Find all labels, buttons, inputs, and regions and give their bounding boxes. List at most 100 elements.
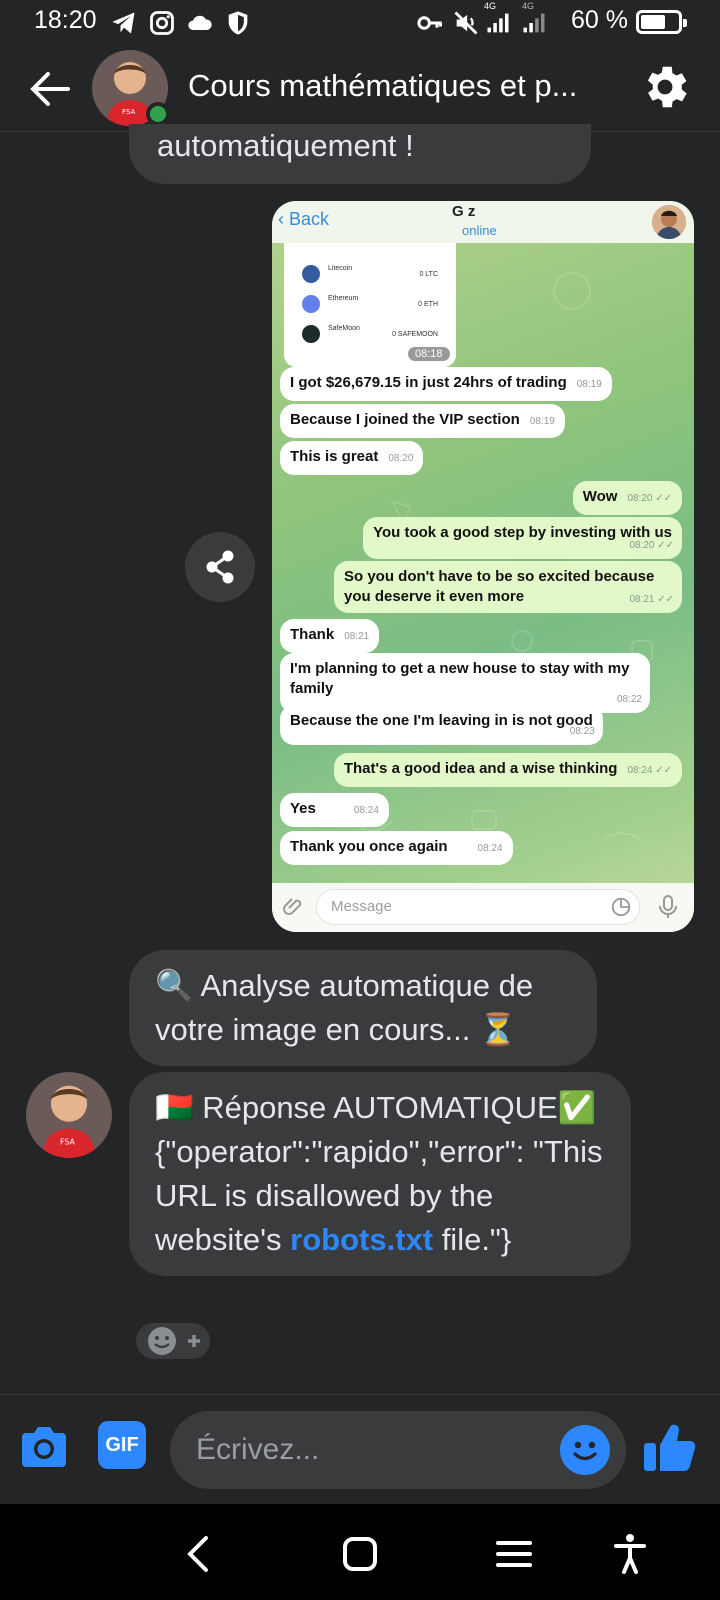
telegram-message: Thank 08:21 — [280, 619, 380, 653]
telegram-message: So you don't have to be so excited becau… — [334, 561, 682, 613]
telegram-message: Yes 08:24 — [280, 793, 389, 827]
signal-icon — [487, 13, 509, 33]
telegram-back-link: ‹ Back — [278, 209, 330, 229]
battery-icon — [636, 10, 687, 34]
telegram-message-text: So you don't have to be so excited becau… — [344, 568, 655, 605]
smiley-plus-icon — [148, 1327, 200, 1355]
wallet-row: Ethereum 0 ETH — [302, 291, 452, 319]
online-status-dot — [146, 102, 170, 126]
system-navigation-bar — [0, 1504, 720, 1600]
telegram-message: Because I joined the VIP section 08:19 — [280, 404, 565, 438]
telegram-contact-status: online — [462, 223, 497, 238]
telegram-input-bar: Message — [272, 883, 694, 932]
telegram-message: I'm planning to get a new house to stay … — [280, 653, 650, 713]
wallet-time: 08:18 — [408, 347, 450, 361]
telegram-message-time: 08:21 ✓✓ — [629, 594, 674, 605]
add-reaction-button[interactable] — [133, 1320, 213, 1362]
telegram-message-time: 08:20 ✓✓ — [627, 493, 672, 504]
gif-button[interactable]: GIF — [98, 1421, 146, 1469]
telegram-message-time: 08:23 — [569, 726, 595, 737]
telegram-message: Thank you once again 08:24 — [280, 831, 513, 865]
telegram-message-time: 08:24 ✓✓ — [627, 765, 672, 776]
message-text: file."} — [433, 1222, 512, 1257]
wallet-row: SafeMoon 0 SAFEMOON — [302, 321, 452, 349]
chat-title[interactable]: Cours mathématiques et p... — [188, 68, 616, 104]
telegram-message: Wow 08:20 ✓✓ — [572, 481, 682, 515]
telegram-message-time: 08:20 — [388, 453, 414, 464]
telegram-message-time: 08:22 — [616, 694, 642, 705]
wallet-coin-name: Litecoin — [328, 265, 353, 272]
wallet-coin-amount: 0 LTC — [419, 271, 438, 278]
telegram-message-time: 08:20 ✓✓ — [629, 540, 674, 551]
message-bubble[interactable]: automatiquement ! — [129, 124, 591, 184]
telegram-header: ‹ Back G z online — [272, 201, 694, 243]
ethereum-icon — [302, 295, 320, 313]
composer-bar: GIF — [0, 1394, 720, 1504]
battery-percent: 60 % — [571, 6, 628, 34]
shield-icon — [228, 11, 248, 35]
home-nav-icon[interactable] — [338, 1532, 382, 1576]
message-input[interactable] — [170, 1411, 626, 1489]
telegram-message: That's a good idea and a wise thinking 08… — [333, 753, 682, 787]
telegram-contact-avatar — [652, 205, 686, 239]
key-icon — [417, 16, 443, 30]
telegram-message-field: Message — [316, 889, 640, 925]
accessibility-icon[interactable] — [608, 1532, 652, 1576]
emoji-button[interactable] — [560, 1425, 610, 1475]
mute-icon — [454, 11, 478, 35]
telegram-message: Because the one I'm leaving in is not go… — [280, 705, 603, 745]
telegram-message-text: Because I joined the VIP section — [290, 411, 520, 428]
shared-screenshot-image[interactable]: ‹ Back G z online Litecoin 0 LTC Ethereu… — [272, 201, 694, 932]
camera-icon[interactable] — [18, 1423, 70, 1471]
svg-text:FSA: FSA — [122, 108, 135, 116]
telegram-message: You took a good step by investing with u… — [363, 517, 682, 559]
message-bubble[interactable]: 🇲🇬 Réponse AUTOMATIQUE✅ {"operator":"rap… — [129, 1072, 631, 1276]
status-time: 18:20 — [34, 6, 97, 34]
telegram-message-text: Thank you once again — [290, 838, 448, 855]
share-button[interactable] — [185, 532, 255, 602]
smiley-icon — [573, 1441, 597, 1461]
svg-text:FSA: FSA — [60, 1137, 76, 1146]
telegram-message-text: I'm planning to get a new house to stay … — [290, 660, 630, 697]
sticker-icon — [611, 897, 631, 917]
paperclip-icon — [283, 898, 302, 915]
safemoon-icon — [302, 325, 320, 343]
wallet-row: Litecoin 0 LTC — [302, 261, 452, 289]
wallet-coin-name: Ethereum — [328, 295, 359, 302]
telegram-message-text: Because the one I'm leaving in is not go… — [290, 712, 593, 729]
message-text: automatiquement ! — [157, 128, 414, 163]
wallet-coin-name: SafeMoon — [328, 325, 360, 332]
share-icon — [206, 550, 234, 584]
telegram-message-text: Wow — [582, 488, 618, 505]
wallet-coin-amount: 0 SAFEMOON — [392, 331, 438, 338]
telegram-message-time: 08:24 — [477, 843, 503, 854]
telegram-message-text: Thank — [290, 626, 335, 643]
robots-txt-link[interactable]: robots.txt — [290, 1222, 433, 1257]
thumbs-up-icon[interactable] — [640, 1417, 700, 1477]
instagram-icon — [150, 11, 174, 35]
telegram-message-text: You took a good step by investing with u… — [373, 524, 672, 541]
telegram-message-text: Yes — [290, 800, 316, 817]
telegram-message: This is great 08:20 — [280, 441, 424, 475]
gear-icon[interactable] — [638, 60, 692, 114]
signal-icon — [523, 13, 545, 33]
telegram-message-text: I got $26,679.15 in just 24hrs of tradin… — [290, 374, 567, 391]
telegram-message-time: 08:19 — [529, 416, 555, 427]
telegram-message-time: 08:19 — [576, 379, 602, 390]
telegram-message-time: 08:24 — [353, 805, 379, 816]
telegram-message: I got $26,679.15 in just 24hrs of tradin… — [280, 367, 612, 401]
back-button[interactable] — [24, 64, 76, 114]
status-bar: 18:20 4G 4G 60 % — [0, 0, 720, 46]
telegram-message-time: 08:21 — [344, 631, 370, 642]
message-bubble[interactable]: 🔍 Analyse automatique de votre image en … — [129, 950, 597, 1066]
chat-header: FSA Cours mathématiques et p... — [0, 46, 720, 132]
avatar[interactable]: FSA — [26, 1072, 112, 1158]
wallet-coin-amount: 0 ETH — [418, 301, 438, 308]
telegram-contact-name: G z — [452, 203, 476, 220]
recents-nav-icon[interactable] — [492, 1532, 536, 1576]
back-nav-icon[interactable] — [178, 1532, 222, 1576]
telegram-message-text: That's a good idea and a wise thinking — [343, 760, 618, 777]
message-text: 🔍 Analyse automatique de votre image en … — [155, 968, 534, 1047]
telegram-icon — [112, 12, 135, 34]
cloud-icon — [188, 15, 212, 30]
